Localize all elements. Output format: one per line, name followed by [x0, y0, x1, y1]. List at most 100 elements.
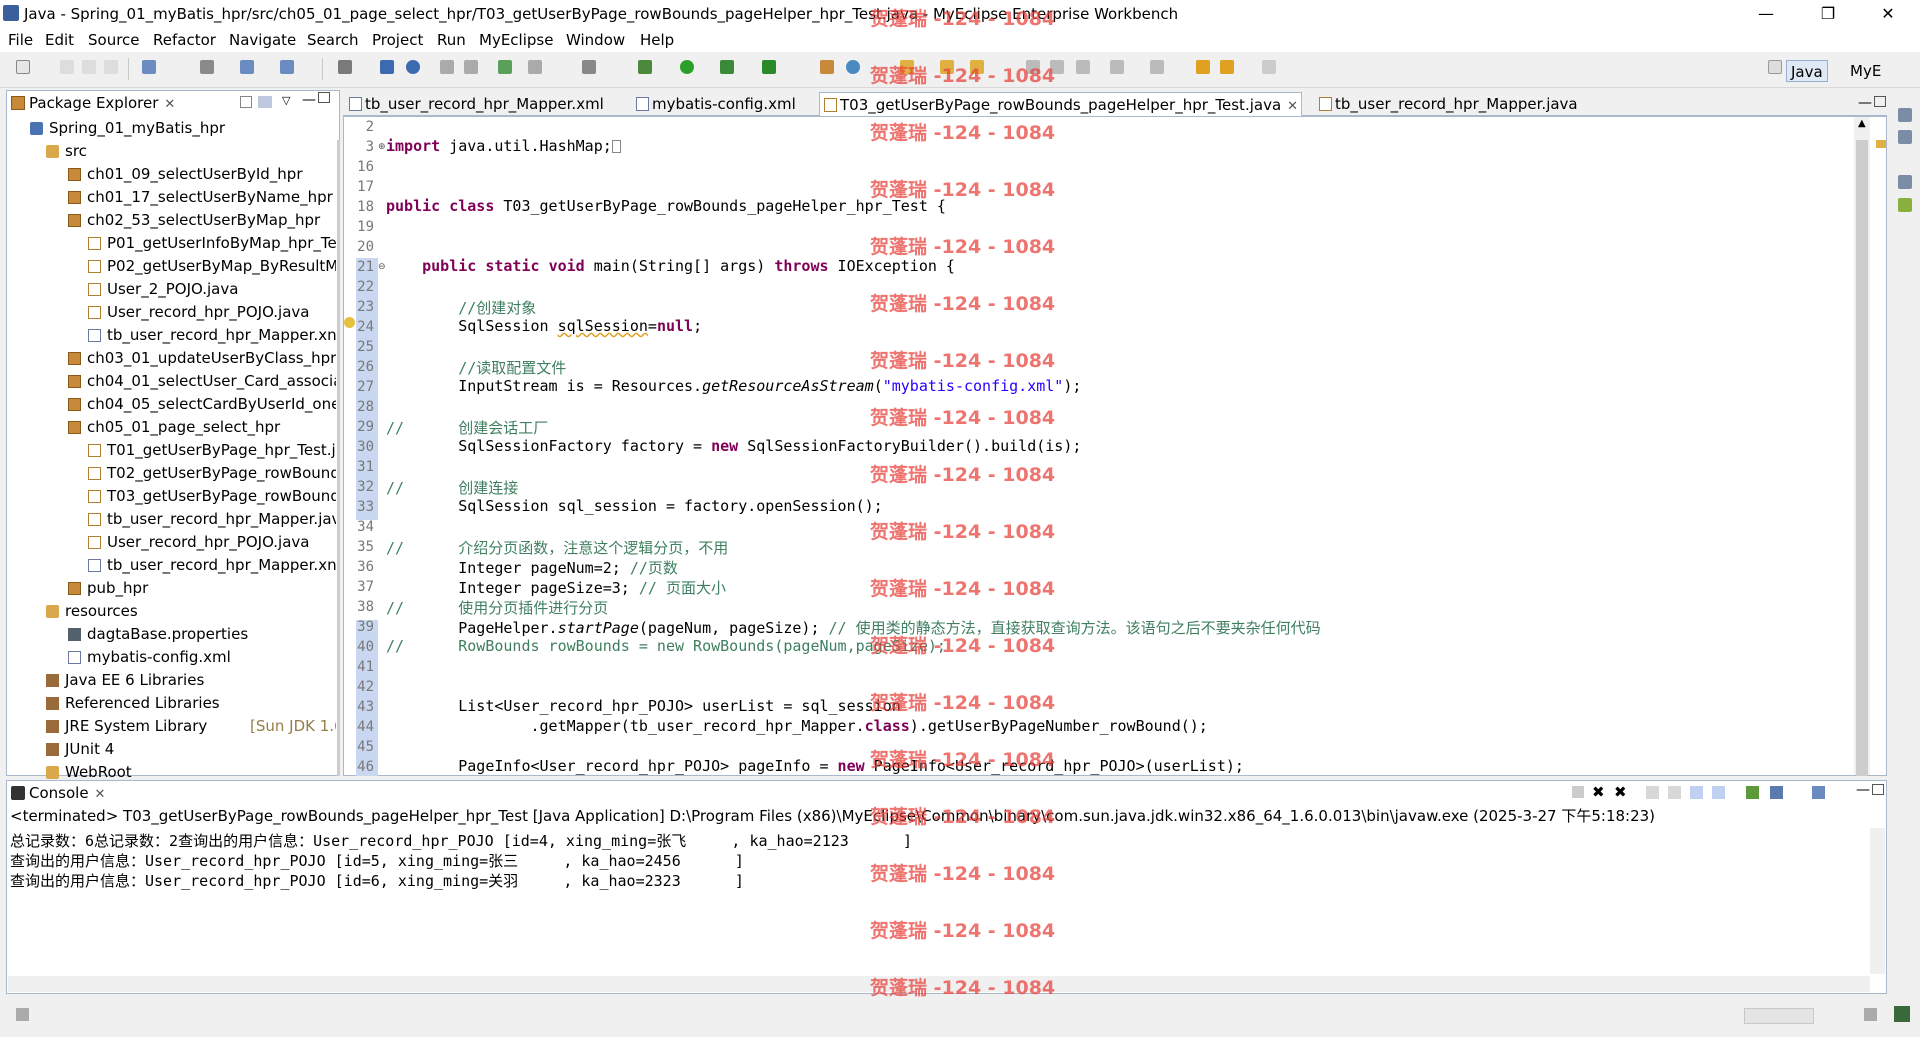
tree-item[interactable]: ch03_01_updateUserByClass_hpr	[68, 347, 336, 370]
next-annotation-icon[interactable]	[1110, 60, 1124, 74]
console-tab[interactable]: Console ✕	[7, 781, 117, 805]
save-icon[interactable]	[60, 60, 74, 74]
close-icon[interactable]: ✕	[164, 97, 175, 112]
progress-icon[interactable]	[1894, 1006, 1910, 1022]
new-project-icon[interactable]	[338, 60, 352, 74]
new-package-icon[interactable]	[820, 60, 834, 74]
menu-search[interactable]: Search	[307, 31, 359, 49]
last-edit-icon[interactable]	[1196, 60, 1210, 74]
console-trim-icon[interactable]	[1864, 1008, 1877, 1021]
terminate-icon[interactable]	[1572, 786, 1584, 798]
menu-file[interactable]: File	[8, 31, 33, 49]
tree-item[interactable]: User_record_hpr_POJO.java	[88, 531, 336, 554]
tree-item[interactable]: T01_getUserByPage_hpr_Test.ja	[88, 439, 336, 462]
menu-project[interactable]: Project	[372, 31, 423, 49]
tree-item[interactable]: Java EE 6 Libraries	[46, 669, 336, 692]
tree-item[interactable]: JUnit 4	[46, 738, 336, 761]
show-on-output-icon[interactable]	[1712, 786, 1725, 799]
tab-mybatis-config[interactable]: mybatis-config.xml	[632, 92, 812, 116]
tree-item[interactable]: ch01_17_selectUserByName_hpr	[68, 186, 336, 209]
console-scrollbar[interactable]	[1870, 828, 1885, 974]
open-console-icon[interactable]	[1812, 786, 1825, 799]
overview-marker[interactable]	[1876, 140, 1886, 148]
tab-mapper-java[interactable]: tb_user_record_hpr_Mapper.java	[1315, 92, 1580, 116]
fold-icon[interactable]: ⊕	[378, 142, 386, 152]
tree-item[interactable]: pub_hpr	[68, 577, 336, 600]
menu-help[interactable]: Help	[640, 31, 674, 49]
scroll-lock-icon[interactable]	[1668, 786, 1681, 799]
status-icons[interactable]	[1744, 1008, 1814, 1024]
tree-item[interactable]: tb_user_record_hpr_Mapper.jav	[88, 508, 336, 531]
tree-item[interactable]: T02_getUserByPage_rowBound	[88, 462, 336, 485]
palette-icon[interactable]	[528, 60, 542, 74]
link-with-editor-icon[interactable]	[258, 96, 272, 108]
remove-all-icon[interactable]: ✖	[1614, 783, 1627, 801]
terminal-icon[interactable]	[582, 60, 596, 74]
scroll-up-icon[interactable]: ▲	[1858, 118, 1866, 129]
tree-item[interactable]: Referenced Libraries	[46, 692, 336, 715]
tree-item[interactable]: tb_user_record_hpr_Mapper.xn	[88, 324, 336, 347]
external-tools-icon[interactable]	[762, 60, 776, 74]
tree-item[interactable]: tb_user_record_hpr_Mapper.xn	[88, 554, 336, 577]
tree-item[interactable]: T03_getUserByPage_rowBound	[88, 485, 336, 508]
globe-icon[interactable]	[406, 60, 420, 74]
fold-icon[interactable]: ⊖	[378, 262, 386, 272]
save-all-icon[interactable]	[82, 60, 96, 74]
tree-item[interactable]: JRE System Library [Sun JDK 1.6.0_13	[46, 715, 336, 738]
fast-view-icon[interactable]	[16, 1008, 29, 1021]
tree-item[interactable]: ch02_53_selectUserByMap_hpr	[68, 209, 336, 232]
restore-view-icon[interactable]	[1898, 175, 1912, 189]
tree-item[interactable]: User_2_POJO.java	[88, 278, 336, 301]
new-icon[interactable]	[16, 60, 30, 74]
outline-icon[interactable]	[1898, 130, 1912, 144]
menu-source[interactable]: Source	[88, 31, 140, 49]
display-console-icon[interactable]	[1770, 786, 1783, 799]
deploy-icon[interactable]	[240, 60, 254, 74]
package-explorer-tab[interactable]: Package Explorer ✕	[7, 91, 197, 115]
editor-scroll-thumb[interactable]	[1856, 140, 1868, 776]
warning-icon[interactable]	[344, 317, 355, 328]
tree-item[interactable]: dagtaBase.properties	[68, 623, 336, 646]
back-icon[interactable]	[1220, 60, 1234, 74]
menu-refactor[interactable]: Refactor	[153, 31, 216, 49]
maximize-editor-icon[interactable]	[1874, 96, 1886, 107]
maximize-view-icon[interactable]	[318, 92, 330, 103]
pin-console-icon[interactable]	[1746, 786, 1759, 799]
server-icon[interactable]	[200, 60, 214, 74]
tab-mapper-xml[interactable]: tb_user_record_hpr_Mapper.xml	[345, 92, 625, 116]
print-icon[interactable]	[104, 60, 118, 74]
tasks-icon[interactable]	[1898, 198, 1912, 212]
maximize-view-icon[interactable]	[1872, 784, 1884, 795]
toggle-whitespace-icon[interactable]	[1076, 60, 1090, 74]
tree-item[interactable]: mybatis-config.xml	[68, 646, 336, 669]
tree-item[interactable]: P01_getUserInfoByMap_hpr_Te	[88, 232, 336, 255]
tree-item[interactable]: ch04_05_selectCardByUserId_one_	[68, 393, 336, 416]
close-icon[interactable]: ✕	[95, 787, 106, 802]
tree-item[interactable]: resources	[46, 600, 336, 623]
java-perspective-button[interactable]: Java	[1786, 60, 1828, 82]
open-type-icon[interactable]	[142, 60, 156, 74]
web-service-icon[interactable]	[280, 60, 294, 74]
tree-item[interactable]: src	[46, 140, 336, 163]
tree-item[interactable]: ch01_09_selectUserById_hpr	[68, 163, 336, 186]
run-icon[interactable]	[680, 60, 694, 74]
collapse-all-icon[interactable]	[240, 96, 252, 108]
menu-edit[interactable]: Edit	[45, 31, 74, 49]
minimize-view-icon[interactable]: —	[1856, 782, 1870, 798]
minimize-button[interactable]: —	[1746, 2, 1786, 26]
myeclipse-perspective-button[interactable]: MyE	[1846, 60, 1885, 82]
restore-view-icon[interactable]	[1898, 108, 1912, 122]
word-wrap-icon[interactable]	[1690, 786, 1703, 799]
minimize-editor-icon[interactable]: —	[1858, 95, 1872, 111]
refresh-icon[interactable]	[464, 60, 478, 74]
remove-launch-icon[interactable]: ✖	[1592, 783, 1605, 801]
debug-icon[interactable]	[638, 60, 652, 74]
open-perspective-icon[interactable]	[1768, 60, 1782, 74]
menu-run[interactable]: Run	[437, 31, 466, 49]
new-class-icon[interactable]	[846, 60, 860, 74]
skip-icon[interactable]	[440, 60, 454, 74]
tab-t03-test-java[interactable]: T03_getUserByPage_rowBounds_pageHelper_h…	[819, 92, 1302, 116]
tree-item[interactable]: User_record_hpr_POJO.java	[88, 301, 336, 324]
menu-myeclipse[interactable]: MyEclipse	[479, 31, 553, 49]
view-menu-icon[interactable]: ▽	[282, 94, 290, 107]
